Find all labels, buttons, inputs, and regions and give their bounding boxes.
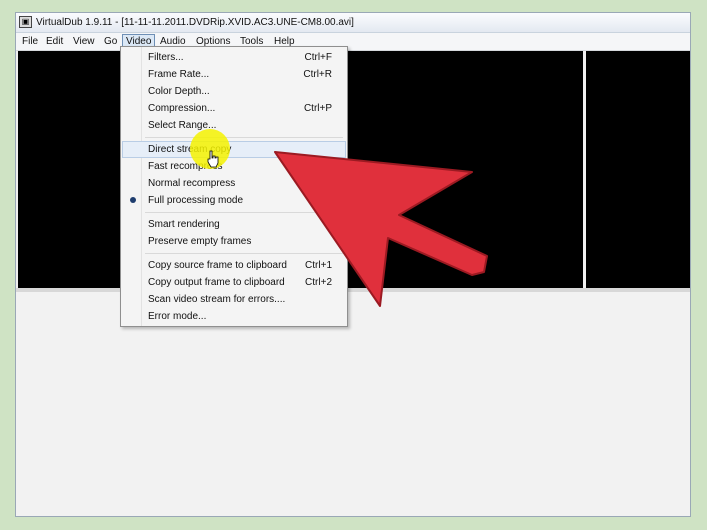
menu-edit[interactable]: Edit bbox=[46, 36, 63, 47]
menu-item-filters[interactable]: Filters... Ctrl+F bbox=[122, 49, 346, 66]
menu-item-normal-recompress[interactable]: Normal recompress bbox=[122, 175, 346, 192]
hand-cursor-icon bbox=[207, 150, 219, 168]
menu-item-compression[interactable]: Compression... Ctrl+P bbox=[122, 100, 346, 117]
window-title: VirtualDub 1.9.11 - [11-11-11.2011.DVDRi… bbox=[36, 17, 354, 28]
output-video-pane bbox=[586, 51, 690, 288]
menu-item-smart-rendering[interactable]: Smart rendering bbox=[122, 216, 346, 233]
menu-item-copy-source-frame[interactable]: Copy source frame to clipboard Ctrl+1 bbox=[122, 257, 346, 274]
menu-go[interactable]: Go bbox=[104, 36, 117, 47]
title-bar: ▣ VirtualDub 1.9.11 - [11-11-11.2011.DVD… bbox=[16, 13, 690, 33]
virtualdub-window: ▣ VirtualDub 1.9.11 - [11-11-11.2011.DVD… bbox=[15, 12, 691, 517]
menu-separator bbox=[145, 212, 343, 213]
menu-item-scan-video-stream[interactable]: Scan video stream for errors.... bbox=[122, 291, 346, 308]
menu-item-label: Compression... bbox=[148, 103, 216, 114]
menu-item-label: Error mode... bbox=[148, 311, 207, 322]
app-icon: ▣ bbox=[19, 16, 32, 28]
menu-separator bbox=[145, 137, 343, 138]
menu-item-label: Full processing mode bbox=[148, 195, 244, 206]
menu-item-label: Copy source frame to clipboard bbox=[148, 260, 287, 271]
menu-item-select-range[interactable]: Select Range... bbox=[122, 117, 346, 134]
menu-item-shortcut: Ctrl+F bbox=[304, 52, 333, 63]
menu-item-label: Normal recompress bbox=[148, 178, 236, 189]
menu-item-shortcut: Ctrl+2 bbox=[305, 277, 332, 288]
workspace-area bbox=[16, 292, 690, 516]
menu-item-error-mode[interactable]: Error mode... bbox=[122, 308, 346, 325]
radio-selected-icon bbox=[130, 197, 136, 203]
menu-item-label: Smart rendering bbox=[148, 219, 220, 230]
video-menu-dropdown: Filters... Ctrl+F Frame Rate... Ctrl+R C… bbox=[120, 46, 348, 327]
menu-item-direct-stream-copy[interactable]: Direct stream copy bbox=[122, 141, 346, 158]
menu-file[interactable]: File bbox=[22, 36, 38, 47]
menu-item-frame-rate[interactable]: Frame Rate... Ctrl+R bbox=[122, 66, 346, 83]
menu-separator bbox=[145, 253, 343, 254]
menu-bar: File Edit View Go Video Audio Options To… bbox=[16, 33, 690, 51]
menu-item-label: Copy output frame to clipboard bbox=[148, 277, 285, 288]
menu-item-shortcut: Ctrl+P bbox=[303, 103, 332, 114]
menu-item-full-processing-mode[interactable]: Full processing mode bbox=[122, 192, 346, 209]
menu-item-label: Frame Rate... bbox=[148, 69, 210, 80]
menu-item-preserve-empty-frames[interactable]: Preserve empty frames bbox=[122, 233, 346, 250]
menu-item-shortcut: Ctrl+R bbox=[303, 69, 332, 80]
menu-item-copy-output-frame[interactable]: Copy output frame to clipboard Ctrl+2 bbox=[122, 274, 346, 291]
menu-item-color-depth[interactable]: Color Depth... bbox=[122, 83, 346, 100]
menu-item-label: Preserve empty frames bbox=[148, 236, 252, 247]
menu-item-label: Color Depth... bbox=[148, 86, 210, 97]
menu-item-label: Filters... bbox=[148, 52, 184, 63]
menu-item-shortcut: Ctrl+1 bbox=[305, 260, 332, 271]
menu-item-label: Scan video stream for errors.... bbox=[148, 294, 286, 305]
menu-item-fast-recompress[interactable]: Fast recompress bbox=[122, 158, 346, 175]
menu-view[interactable]: View bbox=[73, 36, 95, 47]
